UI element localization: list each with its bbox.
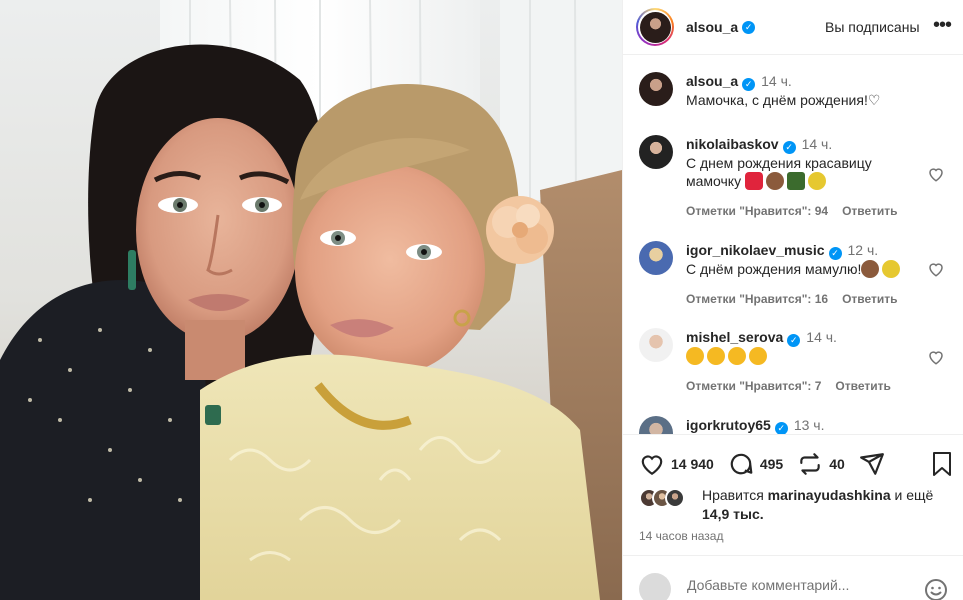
avatar[interactable] xyxy=(639,416,673,434)
like-heart-icon[interactable] xyxy=(639,451,665,477)
avatar xyxy=(639,11,671,43)
share-send-icon[interactable] xyxy=(859,451,885,477)
verified-icon: ✓ xyxy=(742,20,756,34)
comment-time: 12 ч. xyxy=(847,242,879,258)
bookmark-icon[interactable] xyxy=(930,451,954,477)
cake-emoji-icon xyxy=(765,171,784,190)
comment-username[interactable]: igor_nikolaev_music xyxy=(686,242,825,258)
reposts-count: 40 xyxy=(829,456,845,472)
post-side-panel: alsou_a ✓ Вы подписаны ••• alsou_a ✓ 14 ч.… xyxy=(622,0,963,600)
comment-likes[interactable]: Отметки "Нравится": 16 xyxy=(686,292,828,306)
avatar[interactable] xyxy=(639,72,673,106)
champagne-emoji-icon xyxy=(786,171,805,190)
comment-likes[interactable]: Отметки "Нравится": 7 xyxy=(686,379,821,393)
verified-icon: ✓ xyxy=(782,140,796,154)
post-actions: 14 940 495 40 Нравится marinayudashkina … xyxy=(623,434,963,543)
more-options-icon[interactable]: ••• xyxy=(933,14,952,37)
caption-time: 14 ч. xyxy=(761,73,792,89)
liked-by-prefix: Нравится xyxy=(702,487,764,503)
avatar[interactable] xyxy=(639,241,673,275)
heart-eyes-emoji-icon xyxy=(707,346,725,365)
comment-like-icon[interactable] xyxy=(927,260,945,278)
verified-icon: ✓ xyxy=(828,246,842,260)
liked-by[interactable]: Нравится marinayudashkina и ещё 14,9 тыс… xyxy=(639,486,939,524)
likes-count: 14 940 xyxy=(671,456,714,472)
comment-time: 14 ч. xyxy=(806,329,837,345)
caption-text: Мамочка, с днём рождения! xyxy=(686,91,868,108)
avatar[interactable] xyxy=(639,135,673,169)
comment-like-icon[interactable] xyxy=(927,348,945,366)
verified-icon: ✓ xyxy=(774,421,788,434)
post-timestamp[interactable]: 14 часов назад xyxy=(639,529,723,543)
cake-emoji-icon xyxy=(861,259,880,278)
liked-by-suffix: и ещё xyxy=(894,487,934,503)
comment-likes[interactable]: Отметки "Нравится": 94 xyxy=(686,204,828,218)
comment-username[interactable]: mishel_serova xyxy=(686,329,783,345)
heart-eyes-emoji-icon xyxy=(686,346,704,365)
comment-time: 13 ч. xyxy=(793,417,825,433)
bouquet-emoji-icon xyxy=(882,259,901,278)
bouquet-emoji-icon xyxy=(807,171,826,190)
reply-button[interactable]: Ответить xyxy=(842,292,897,306)
selfie-image xyxy=(0,0,622,600)
comment-time: 14 ч. xyxy=(801,136,833,152)
post-photo[interactable] xyxy=(0,0,622,600)
liked-by-more[interactable]: 14,9 тыс. xyxy=(702,506,764,522)
avatar xyxy=(665,488,685,508)
liked-by-user[interactable]: marinayudashkina xyxy=(768,487,891,503)
comment-username[interactable]: igorkrutoy65 xyxy=(686,417,771,433)
heart-emoji-icon xyxy=(744,171,763,190)
follow-status-button[interactable]: Вы подписаны xyxy=(825,19,920,35)
comments-list[interactable]: alsou_a ✓ 14 ч. Мамочка, с днём рождения!♡… xyxy=(623,56,963,434)
caption-username[interactable]: alsou_a xyxy=(686,73,738,89)
reply-button[interactable]: Ответить xyxy=(842,204,897,218)
white-heart-icon: ♡ xyxy=(867,91,881,108)
comment-username[interactable]: nikolaibaskov xyxy=(686,136,779,152)
avatar xyxy=(639,573,671,600)
liker-avatars xyxy=(639,488,687,508)
comments-count: 495 xyxy=(759,456,784,472)
author-username[interactable]: alsou_a xyxy=(686,19,738,35)
author-avatar-story-ring[interactable] xyxy=(636,8,674,46)
comment-bubble-icon[interactable] xyxy=(728,451,754,477)
reply-button[interactable]: Ответить xyxy=(835,379,890,393)
add-comment-bar xyxy=(623,555,963,600)
emoji-picker-icon[interactable] xyxy=(924,578,948,600)
post-header: alsou_a ✓ Вы подписаны ••• xyxy=(623,0,963,55)
repost-icon[interactable] xyxy=(797,451,823,477)
heart-eyes-emoji-icon xyxy=(728,346,746,365)
comment-like-icon[interactable] xyxy=(927,165,945,183)
avatar[interactable] xyxy=(639,328,673,362)
comment-text: С днём рождения мамулю! xyxy=(686,260,862,277)
verified-icon: ✓ xyxy=(787,333,801,347)
verified-icon: ✓ xyxy=(742,77,756,91)
heart-eyes-emoji-icon xyxy=(749,346,767,365)
comment-input[interactable] xyxy=(687,577,907,593)
